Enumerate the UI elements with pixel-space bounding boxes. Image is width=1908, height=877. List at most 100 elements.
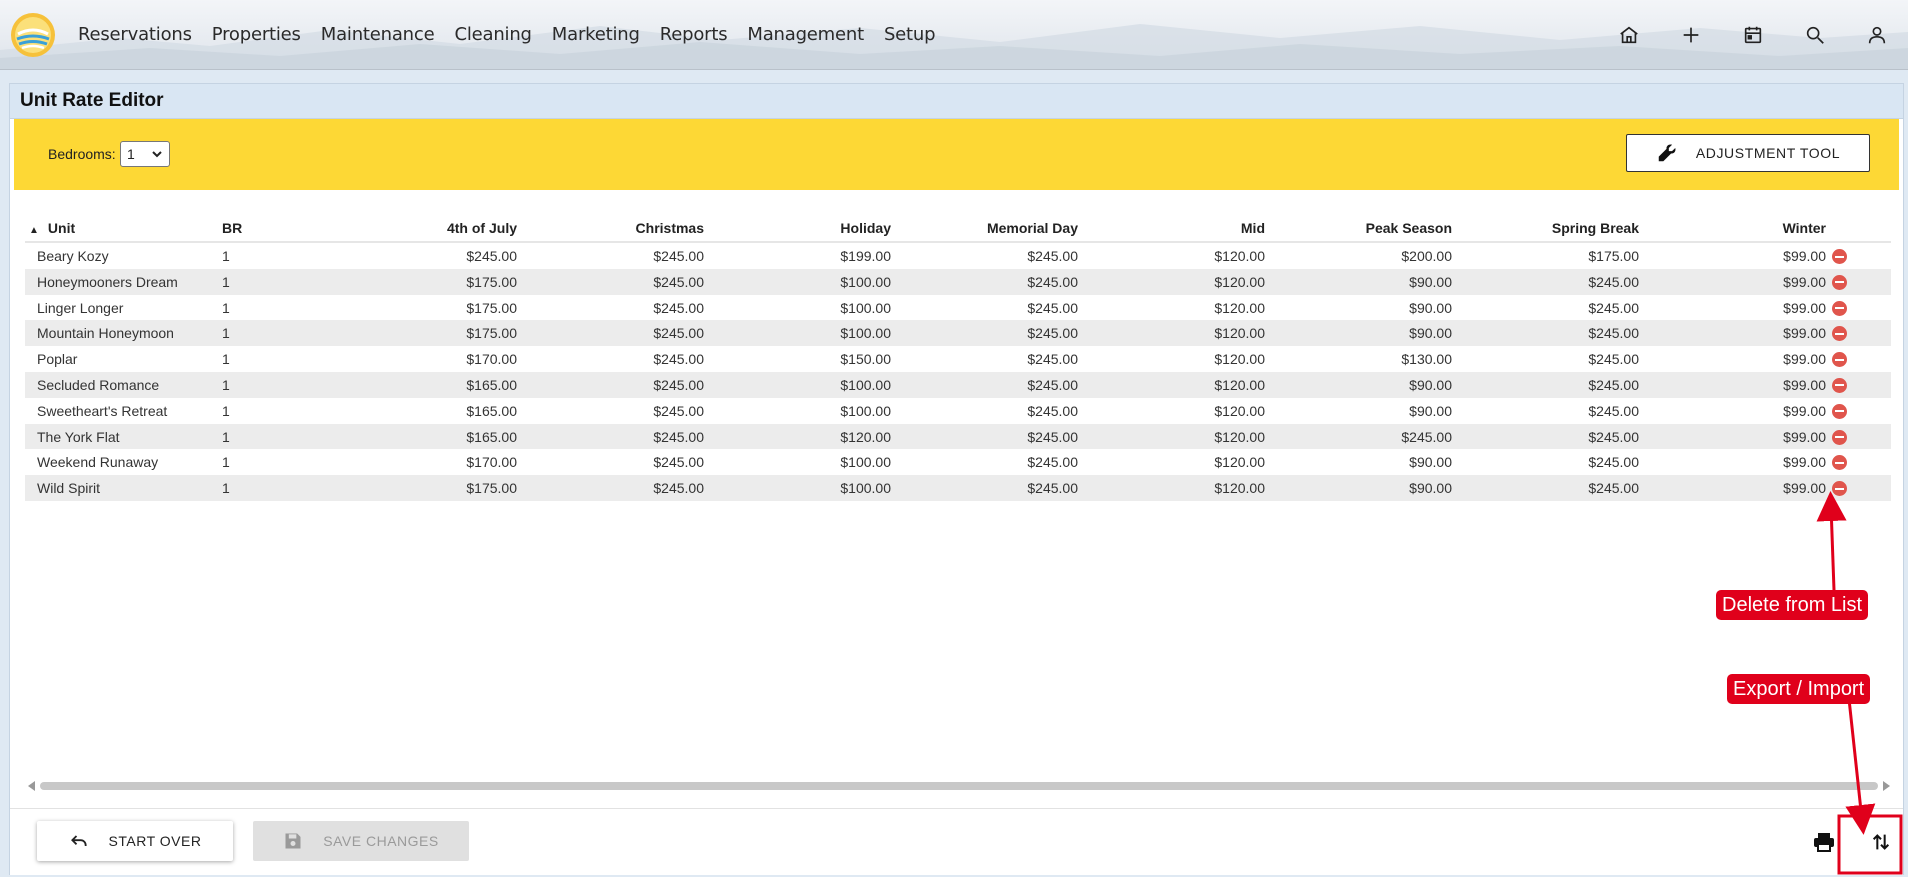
cell-peak-season[interactable]: $90.00 — [1409, 274, 1452, 290]
cell-mid[interactable]: $120.00 — [1214, 480, 1265, 496]
cell-4th-of-july[interactable]: $175.00 — [466, 480, 517, 496]
cell-christmas[interactable]: $245.00 — [653, 274, 704, 290]
cell-spring-break[interactable]: $175.00 — [1588, 248, 1639, 264]
cell-peak-season[interactable]: $90.00 — [1409, 300, 1452, 316]
cell-holiday[interactable]: $100.00 — [840, 274, 891, 290]
table-row[interactable]: Poplar 1 $170.00 $245.00 $150.00 $245.00 $120.… — [25, 346, 1891, 372]
column-header-spring-break[interactable]: Spring Break — [1552, 220, 1639, 236]
cell-memorial-day[interactable]: $245.00 — [1027, 480, 1078, 496]
cell-mid[interactable]: $120.00 — [1214, 325, 1265, 341]
cell-christmas[interactable]: $245.00 — [653, 377, 704, 393]
search-icon[interactable] — [1784, 0, 1846, 69]
cell-mid[interactable]: $120.00 — [1214, 429, 1265, 445]
cell-holiday[interactable]: $100.00 — [840, 377, 891, 393]
column-header-holiday[interactable]: Holiday — [840, 220, 891, 236]
cell-spring-break[interactable]: $245.00 — [1588, 274, 1639, 290]
cell-mid[interactable]: $120.00 — [1214, 454, 1265, 470]
delete-row-icon[interactable] — [1832, 326, 1847, 342]
cell-4th-of-july[interactable]: $170.00 — [466, 351, 517, 367]
column-header-mid[interactable]: Mid — [1241, 220, 1265, 236]
cell-christmas[interactable]: $245.00 — [653, 351, 704, 367]
cell-winter[interactable]: $99.00 — [1783, 454, 1826, 470]
nav-item-reservations[interactable]: Reservations — [78, 24, 202, 45]
cell-winter[interactable]: $99.00 — [1783, 377, 1826, 393]
nav-item-marketing[interactable]: Marketing — [542, 24, 650, 45]
cell-winter[interactable]: $99.00 — [1783, 351, 1826, 367]
cell-peak-season[interactable]: $90.00 — [1409, 325, 1452, 341]
cell-peak-season[interactable]: $90.00 — [1409, 480, 1452, 496]
cell-spring-break[interactable]: $245.00 — [1588, 300, 1639, 316]
delete-row-icon[interactable] — [1832, 377, 1847, 393]
bedrooms-select[interactable]: 1 — [120, 141, 170, 167]
plus-icon[interactable] — [1660, 0, 1722, 69]
delete-row-icon[interactable] — [1832, 274, 1847, 290]
cell-memorial-day[interactable]: $245.00 — [1027, 403, 1078, 419]
table-row[interactable]: Weekend Runaway 1 $170.00 $245.00 $100.00 $24… — [25, 449, 1891, 475]
cell-christmas[interactable]: $245.00 — [653, 480, 704, 496]
nav-item-cleaning[interactable]: Cleaning — [444, 24, 541, 45]
cell-holiday[interactable]: $100.00 — [840, 325, 891, 341]
cell-holiday[interactable]: $199.00 — [840, 248, 891, 264]
delete-row-icon[interactable] — [1832, 403, 1847, 419]
delete-row-icon[interactable] — [1832, 429, 1847, 445]
cell-winter[interactable]: $99.00 — [1783, 300, 1826, 316]
cell-christmas[interactable]: $245.00 — [653, 429, 704, 445]
cell-winter[interactable]: $99.00 — [1783, 429, 1826, 445]
cell-holiday[interactable]: $150.00 — [840, 351, 891, 367]
cell-peak-season[interactable]: $245.00 — [1401, 429, 1452, 445]
horizontal-scrollbar[interactable] — [26, 779, 1892, 791]
table-row[interactable]: Beary Kozy 1 $245.00 $245.00 $199.00 $245.00 $… — [25, 243, 1891, 269]
delete-row-icon[interactable] — [1832, 352, 1847, 368]
column-header-unit[interactable]: ▲ Unit — [29, 220, 75, 236]
column-header-br[interactable]: BR — [222, 220, 242, 236]
adjustment-tool-button[interactable]: ADJUSTMENT TOOL — [1626, 134, 1870, 172]
cell-holiday[interactable]: $100.00 — [840, 454, 891, 470]
cell-christmas[interactable]: $245.00 — [653, 300, 704, 316]
cell-christmas[interactable]: $245.00 — [653, 325, 704, 341]
scroll-left-arrow[interactable] — [28, 781, 35, 791]
nav-item-management[interactable]: Management — [737, 24, 874, 45]
cell-winter[interactable]: $99.00 — [1783, 274, 1826, 290]
scroll-right-arrow[interactable] — [1883, 781, 1890, 791]
cell-holiday[interactable]: $100.00 — [840, 300, 891, 316]
cell-mid[interactable]: $120.00 — [1214, 403, 1265, 419]
cell-holiday[interactable]: $120.00 — [840, 429, 891, 445]
cell-winter[interactable]: $99.00 — [1783, 325, 1826, 341]
cell-memorial-day[interactable]: $245.00 — [1027, 351, 1078, 367]
table-row[interactable]: Wild Spirit 1 $175.00 $245.00 $100.00 $245.00… — [25, 475, 1891, 501]
cell-4th-of-july[interactable]: $175.00 — [466, 274, 517, 290]
cell-spring-break[interactable]: $245.00 — [1588, 429, 1639, 445]
cell-memorial-day[interactable]: $245.00 — [1027, 274, 1078, 290]
column-header-winter[interactable]: Winter — [1783, 220, 1826, 236]
delete-row-icon[interactable] — [1832, 300, 1847, 316]
cell-4th-of-july[interactable]: $245.00 — [466, 248, 517, 264]
cell-peak-season[interactable]: $200.00 — [1401, 248, 1452, 264]
nav-item-properties[interactable]: Properties — [202, 24, 311, 45]
cell-4th-of-july[interactable]: $165.00 — [466, 377, 517, 393]
table-row[interactable]: Mountain Honeymoon 1 $175.00 $245.00 $100.00… — [25, 320, 1891, 347]
cell-christmas[interactable]: $245.00 — [653, 454, 704, 470]
calendar-icon[interactable] — [1722, 0, 1784, 69]
cell-mid[interactable]: $120.00 — [1214, 248, 1265, 264]
cell-peak-season[interactable]: $90.00 — [1409, 377, 1452, 393]
cell-memorial-day[interactable]: $245.00 — [1027, 429, 1078, 445]
nav-item-reports[interactable]: Reports — [650, 24, 738, 45]
cell-memorial-day[interactable]: $245.00 — [1027, 325, 1078, 341]
table-row[interactable]: Linger Longer 1 $175.00 $245.00 $100.00 $245.… — [25, 295, 1891, 321]
print-icon[interactable] — [1809, 827, 1839, 857]
scrollbar-thumb[interactable] — [40, 782, 1878, 790]
table-row[interactable]: Sweetheart's Retreat 1 $165.00 $245.00 $100.… — [25, 398, 1891, 424]
cell-holiday[interactable]: $100.00 — [840, 480, 891, 496]
cell-4th-of-july[interactable]: $175.00 — [466, 325, 517, 341]
nav-item-setup[interactable]: Setup — [874, 24, 945, 45]
cell-4th-of-july[interactable]: $165.00 — [466, 429, 517, 445]
cell-christmas[interactable]: $245.00 — [653, 248, 704, 264]
cell-mid[interactable]: $120.00 — [1214, 377, 1265, 393]
cell-winter[interactable]: $99.00 — [1783, 480, 1826, 496]
column-header-memorial-day[interactable]: Memorial Day — [987, 220, 1078, 236]
column-header-4th-of-july[interactable]: 4th of July — [447, 220, 517, 236]
cell-peak-season[interactable]: $90.00 — [1409, 454, 1452, 470]
delete-row-icon[interactable] — [1832, 249, 1847, 264]
cell-memorial-day[interactable]: $245.00 — [1027, 454, 1078, 470]
cell-4th-of-july[interactable]: $170.00 — [466, 454, 517, 470]
